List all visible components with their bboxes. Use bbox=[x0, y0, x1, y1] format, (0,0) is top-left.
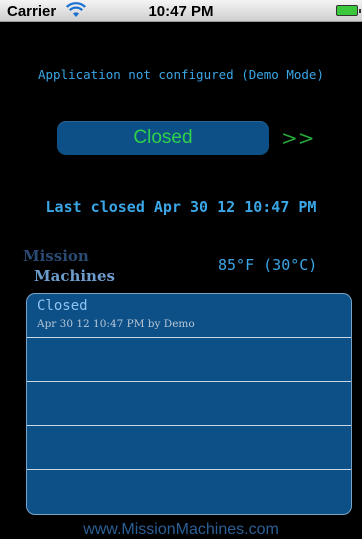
status-time: 10:47 PM bbox=[148, 3, 214, 20]
battery-icon bbox=[336, 5, 361, 16]
mission-machines-logo: Mission Machines bbox=[23, 247, 133, 289]
open-arrows-button[interactable]: >> bbox=[281, 126, 315, 150]
website-link[interactable]: www.MissionMachines.com bbox=[0, 521, 362, 539]
door-status-button[interactable]: Closed bbox=[57, 121, 269, 155]
status-bar: Carrier 10:47 PM bbox=[0, 0, 362, 22]
log-row[interactable]: Closed Apr 30 12 10:47 PM by Demo bbox=[27, 294, 351, 338]
log-row[interactable] bbox=[27, 382, 351, 426]
log-row[interactable] bbox=[27, 338, 351, 382]
logo-line1: Mission bbox=[23, 247, 89, 265]
door-status-label: Closed bbox=[133, 127, 193, 148]
last-closed-text: Last closed Apr 30 12 10:47 PM bbox=[45, 198, 317, 216]
logo-line2: Machines bbox=[34, 267, 115, 285]
config-message: Application not configured (Demo Mode) bbox=[38, 67, 324, 82]
log-row-subtitle: Apr 30 12 10:47 PM by Demo bbox=[37, 318, 195, 330]
log-row[interactable] bbox=[27, 470, 351, 514]
log-row[interactable] bbox=[27, 426, 351, 470]
log-row-title: Closed bbox=[37, 298, 88, 314]
temperature-readout: 85°F (30°C) bbox=[218, 256, 318, 274]
event-log-table[interactable]: Closed Apr 30 12 10:47 PM by Demo bbox=[26, 293, 352, 515]
